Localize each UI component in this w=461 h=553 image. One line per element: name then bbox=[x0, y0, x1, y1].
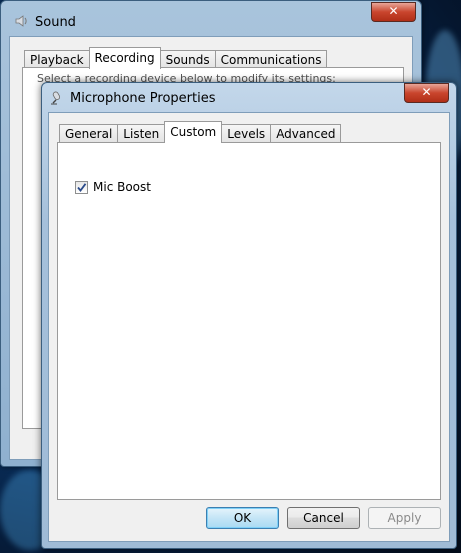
mic-boost-checkbox[interactable] bbox=[75, 180, 88, 194]
apply-button[interactable]: Apply bbox=[368, 507, 441, 529]
tab-listen[interactable]: Listen bbox=[117, 124, 166, 143]
mic-tab-strip: General Listen Custom Levels Advanced bbox=[59, 121, 342, 143]
tab-levels[interactable]: Levels bbox=[221, 124, 272, 143]
tab-custom[interactable]: Custom bbox=[164, 121, 223, 143]
ok-button[interactable]: OK bbox=[206, 507, 279, 529]
sound-tab-strip: Playback Recording Sounds Communications bbox=[24, 47, 328, 69]
mic-close-button[interactable]: ✕ bbox=[404, 83, 449, 103]
close-icon: ✕ bbox=[388, 4, 399, 18]
mic-window-body: General Listen Custom Levels Advanced Mi… bbox=[48, 112, 450, 542]
custom-tab-panel: Mic Boost bbox=[57, 142, 441, 500]
cancel-button[interactable]: Cancel bbox=[287, 507, 360, 529]
mic-boost-row[interactable]: Mic Boost bbox=[75, 180, 151, 194]
microphone-icon bbox=[51, 91, 61, 105]
mic-boost-label: Mic Boost bbox=[93, 180, 151, 194]
sound-window-title: Sound bbox=[35, 15, 76, 30]
mic-window-title: Microphone Properties bbox=[70, 91, 216, 106]
sound-close-button[interactable]: ✕ bbox=[371, 2, 416, 22]
tab-general[interactable]: General bbox=[59, 124, 119, 143]
tab-advanced[interactable]: Advanced bbox=[270, 124, 342, 143]
tab-recording[interactable]: Recording bbox=[88, 47, 161, 69]
close-icon: ✕ bbox=[421, 85, 432, 99]
microphone-properties-window: Microphone Properties ✕ General Listen C… bbox=[41, 82, 457, 549]
checkmark-icon bbox=[77, 182, 87, 192]
speaker-icon bbox=[15, 15, 27, 27]
